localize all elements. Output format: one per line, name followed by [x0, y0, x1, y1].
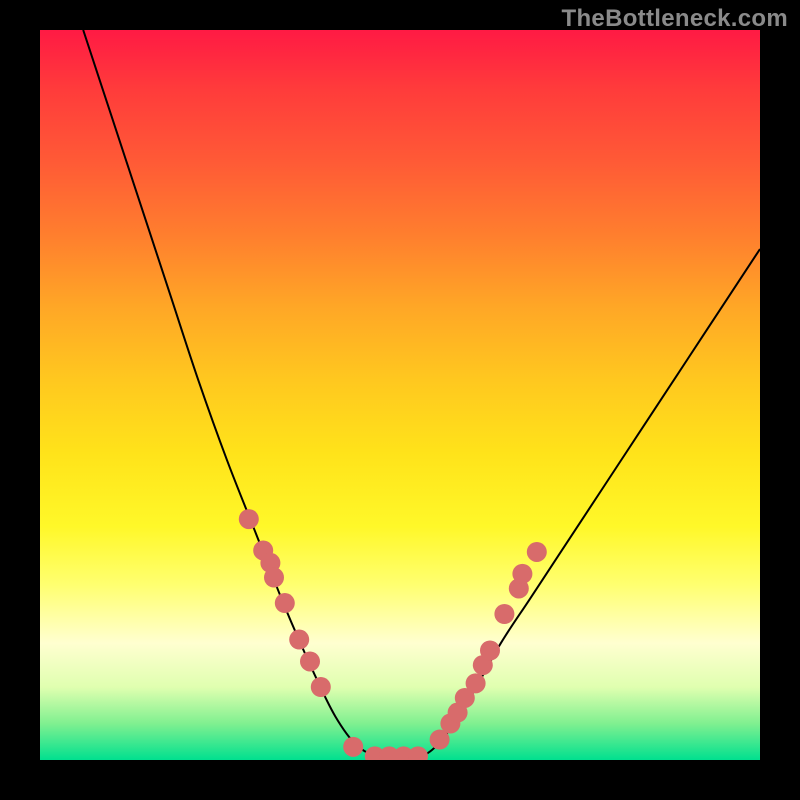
chart-container: TheBottleneck.com: [0, 0, 800, 800]
chart-svg: [40, 30, 760, 760]
bottleneck-curve: [83, 30, 760, 758]
data-marker: [289, 630, 309, 650]
marker-group: [239, 509, 547, 760]
data-marker: [494, 604, 514, 624]
data-marker: [466, 673, 486, 693]
data-marker: [300, 651, 320, 671]
data-marker: [512, 564, 532, 584]
data-marker: [275, 593, 295, 613]
data-marker: [527, 542, 547, 562]
data-marker: [343, 737, 363, 757]
data-marker: [239, 509, 259, 529]
data-marker: [264, 568, 284, 588]
plot-area: [40, 30, 760, 760]
watermark-text: TheBottleneck.com: [562, 5, 788, 33]
data-marker: [408, 746, 428, 760]
data-marker: [480, 641, 500, 661]
data-marker: [311, 677, 331, 697]
